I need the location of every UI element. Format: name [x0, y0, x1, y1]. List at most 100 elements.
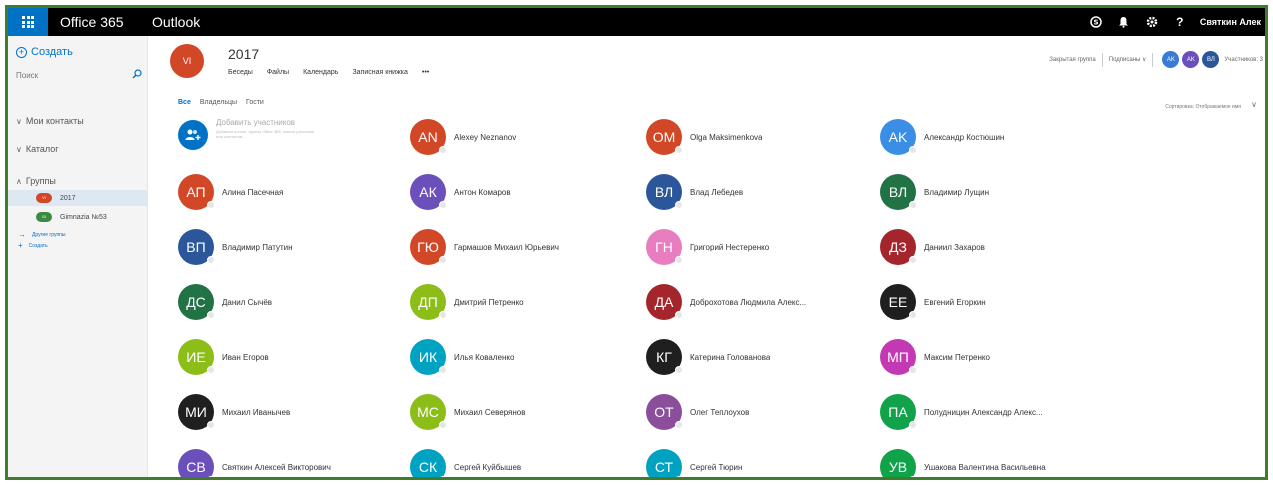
member-avatar[interactable]: КГ	[646, 339, 683, 375]
member-name[interactable]: Полудницин Александр Алекс...	[924, 408, 1043, 417]
member-tile[interactable]: ВЛ Владимир Лущин	[880, 172, 1080, 212]
subscribe-dropdown[interactable]: Подписаны ∨	[1109, 56, 1147, 63]
member-tile[interactable]: AK Александр Костюшин	[880, 117, 1080, 157]
member-avatar[interactable]: СК	[410, 449, 447, 477]
member-name[interactable]: Alexey Neznanov	[454, 133, 516, 142]
filter-guests[interactable]: Гости	[246, 99, 264, 106]
member-tile[interactable]: ВП Владимир Патутин	[178, 227, 378, 267]
member-name[interactable]: Ушакова Валентина Васильевна	[924, 463, 1046, 472]
member-avatar[interactable]: ГЮ	[410, 229, 447, 265]
member-tile[interactable]: ОТ Олег Теплоухов	[646, 392, 846, 432]
member-avatar[interactable]: ДС	[178, 284, 215, 320]
tab-conversations[interactable]: Беседы	[228, 69, 253, 76]
member-avatar[interactable]: ГН	[646, 229, 683, 265]
member-tile[interactable]: ГЮ Гармашов Михаил Юрьевич	[410, 227, 610, 267]
create-button[interactable]: + Создать	[16, 46, 73, 58]
member-avatar[interactable]: ДА	[646, 284, 683, 320]
more-tabs-button[interactable]: •••	[422, 69, 429, 76]
member-tile[interactable]: ГН Григорий Нестеренко	[646, 227, 846, 267]
member-tile[interactable]: АК Антон Комаров	[410, 172, 610, 212]
tab-notebook[interactable]: Записная книжка	[352, 69, 407, 76]
member-tile[interactable]: СК Сергей Куйбышев	[410, 447, 610, 477]
member-avatar[interactable]: СВ	[178, 449, 215, 477]
member-tile[interactable]: ДП Дмитрий Петренко	[410, 282, 610, 322]
member-avatar[interactable]: ДЗ	[880, 229, 917, 265]
office-brand[interactable]: Office 365	[60, 14, 152, 30]
member-avatar[interactable]: AN	[410, 119, 447, 155]
member-tile[interactable]: СТ Сергей Тюрин	[646, 447, 846, 477]
member-name[interactable]: Даниил Захаров	[924, 243, 985, 252]
member-name[interactable]: Доброхотова Людмила Алекс...	[690, 298, 806, 307]
nav-groups[interactable]: ∧ Группы	[16, 176, 56, 186]
member-name[interactable]: Сергей Куйбышев	[454, 463, 521, 472]
member-tile[interactable]: КГ Катерина Голованова	[646, 337, 846, 377]
member-name[interactable]: Григорий Нестеренко	[690, 243, 769, 252]
member-name[interactable]: Илья Коваленко	[454, 353, 514, 362]
member-avatar[interactable]: ВЛ	[880, 174, 917, 210]
nav-directory[interactable]: ∨ Каталог	[16, 144, 59, 154]
chevron-down-icon[interactable]: ∨	[1251, 100, 1257, 109]
member-name[interactable]: Владимир Лущин	[924, 188, 989, 197]
member-chip[interactable]: ВЛ	[1202, 51, 1220, 68]
add-members-tile[interactable]: Добавить участников Добавьте коллег, гру…	[178, 118, 348, 158]
member-name[interactable]: Алина Пасечная	[222, 188, 283, 197]
tab-calendar[interactable]: Календарь	[303, 69, 338, 76]
member-tile[interactable]: УВ Ушакова Валентина Васильевна	[880, 447, 1080, 477]
nav-my-contacts[interactable]: ∨ Мои контакты	[16, 116, 84, 126]
member-name[interactable]: Евгений Егоркин	[924, 298, 986, 307]
create-group-link[interactable]: + Создать	[18, 241, 48, 250]
member-chip[interactable]: AK	[1162, 51, 1180, 68]
member-avatar[interactable]: МИ	[178, 394, 215, 430]
member-tile[interactable]: АП Алина Пасечная	[178, 172, 378, 212]
member-tile[interactable]: ИК Илья Коваленко	[410, 337, 610, 377]
member-avatar[interactable]: ИК	[410, 339, 447, 375]
member-avatar[interactable]: ЕЕ	[880, 284, 917, 320]
member-tile[interactable]: ДЗ Даниил Захаров	[880, 227, 1080, 267]
app-title[interactable]: Outlook	[152, 14, 200, 30]
sort-dropdown[interactable]: Сортировка: Отображаемое имя	[1165, 104, 1241, 110]
member-avatar[interactable]: СТ	[646, 449, 683, 477]
add-members-title[interactable]: Добавить участников	[216, 118, 316, 127]
gear-icon[interactable]	[1138, 8, 1166, 36]
member-name[interactable]: Катерина Голованова	[690, 353, 770, 362]
tab-files[interactable]: Файлы	[267, 69, 289, 76]
add-person-icon[interactable]	[178, 120, 208, 150]
members-count-link[interactable]: Участников: 3	[1224, 57, 1263, 63]
member-avatar[interactable]: АК	[410, 174, 447, 210]
member-name[interactable]: Гармашов Михаил Юрьевич	[454, 243, 559, 252]
filter-owners[interactable]: Владельцы	[200, 99, 237, 106]
sidebar-group-gimnazia[interactable]: GI Gimnazia №53	[8, 209, 148, 225]
member-avatar[interactable]: AK	[880, 119, 917, 155]
search-box[interactable]: Поиск	[14, 66, 142, 84]
member-name[interactable]: Святкин Алексей Викторович	[222, 463, 331, 472]
member-tile[interactable]: ДС Данил Сычёв	[178, 282, 378, 322]
waffle-icon[interactable]	[8, 8, 48, 36]
member-name[interactable]: Максим Петренко	[924, 353, 990, 362]
member-chip[interactable]: AK	[1182, 51, 1200, 68]
member-tile[interactable]: МИ Михаил Иванычев	[178, 392, 378, 432]
member-avatar[interactable]: ОТ	[646, 394, 683, 430]
sidebar-group-2017[interactable]: VI 2017	[8, 190, 148, 206]
member-avatar[interactable]: ПА	[880, 394, 917, 430]
member-tile[interactable]: ИЕ Иван Егоров	[178, 337, 378, 377]
member-name[interactable]: Olga Maksimenkova	[690, 133, 762, 142]
member-name[interactable]: Михаил Северянов	[454, 408, 526, 417]
member-name[interactable]: Дмитрий Петренко	[454, 298, 524, 307]
search-input[interactable]: Поиск	[14, 71, 132, 80]
member-name[interactable]: Михаил Иванычев	[222, 408, 290, 417]
member-name[interactable]: Влад Лебедев	[690, 188, 743, 197]
member-tile[interactable]: МП Максим Петренко	[880, 337, 1080, 377]
bell-icon[interactable]	[1110, 8, 1138, 36]
skype-icon[interactable]: S	[1082, 8, 1110, 36]
member-tile[interactable]: СВ Святкин Алексей Викторович	[178, 447, 378, 477]
member-name[interactable]: Сергей Тюрин	[690, 463, 742, 472]
member-tile[interactable]: ВЛ Влад Лебедев	[646, 172, 846, 212]
filter-all[interactable]: Все	[178, 99, 191, 106]
search-icon[interactable]	[132, 68, 142, 82]
other-groups-link[interactable]: → Другие группы	[18, 230, 65, 239]
member-tile[interactable]: ЕЕ Евгений Егоркин	[880, 282, 1080, 322]
member-avatar[interactable]: МС	[410, 394, 447, 430]
member-avatar[interactable]: OM	[646, 119, 683, 155]
member-name[interactable]: Владимир Патутин	[222, 243, 293, 252]
member-avatar[interactable]: УВ	[880, 449, 917, 477]
